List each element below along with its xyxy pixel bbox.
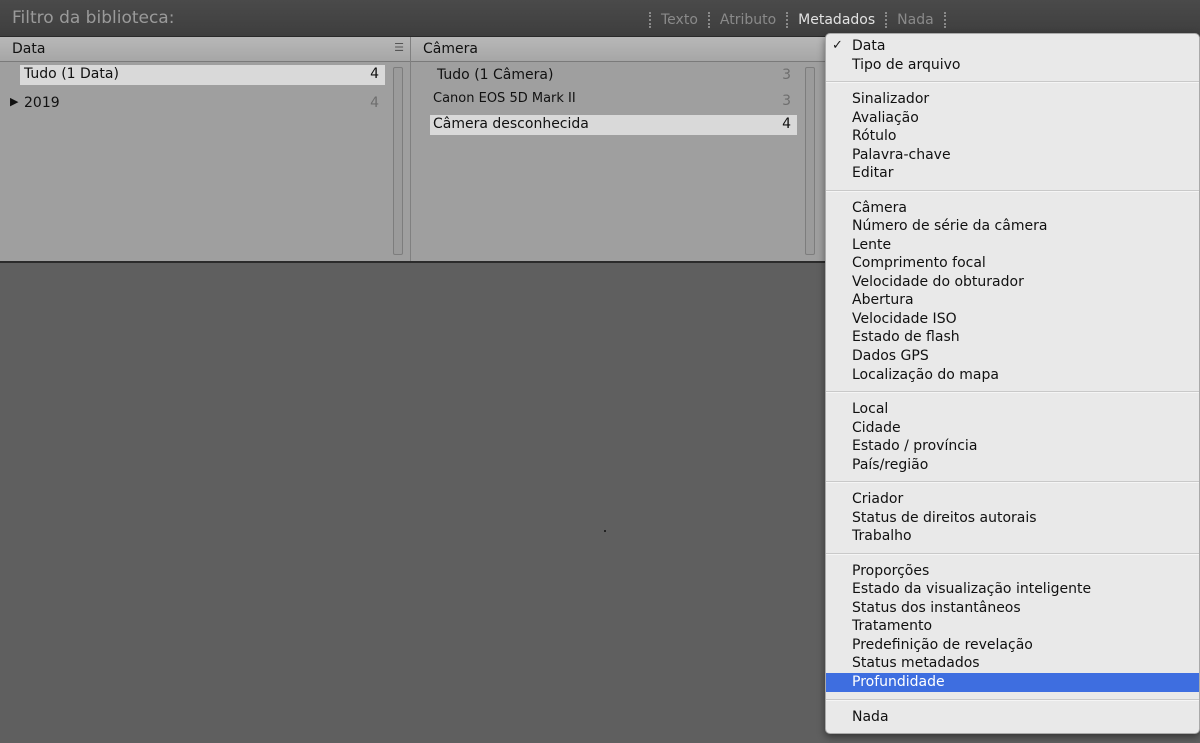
menu-item-editar[interactable]: Editar	[852, 164, 893, 182]
menu-item-status-metadados[interactable]: Status metadados	[852, 654, 980, 672]
list-item-label: 2019	[24, 95, 60, 111]
menu-item-velocidade-obturador[interactable]: Velocidade do obturador	[852, 273, 1024, 291]
tab-separator	[707, 12, 710, 28]
menu-separator	[826, 190, 1199, 192]
date-column-header[interactable]: Data ☰	[0, 37, 410, 62]
menu-item-numero-serie-camera[interactable]: Número de série da câmera	[852, 217, 1047, 235]
menu-item-palavra-chave[interactable]: Palavra-chave	[852, 146, 951, 164]
tab-separator	[649, 12, 651, 28]
tab-texto[interactable]: Texto	[654, 12, 705, 28]
list-item-count: 3	[782, 67, 791, 83]
menu-item-tipo-de-arquivo[interactable]: Tipo de arquivo	[852, 56, 960, 74]
menu-item-trabalho[interactable]: Trabalho	[852, 527, 912, 545]
list-item-count: 4	[370, 95, 379, 111]
tab-atributo[interactable]: Atributo	[713, 12, 783, 28]
camera-column-title: Câmera	[423, 41, 478, 57]
date-column: Data ☰ Tudo (1 Data) 4 ▶ 2019 4	[0, 37, 411, 261]
scrollbar[interactable]	[805, 67, 815, 255]
menu-item-estado-visualizacao-inteligente[interactable]: Estado da visualização inteligente	[852, 580, 1091, 598]
menu-separator	[826, 391, 1199, 393]
tab-separator	[786, 12, 789, 28]
filter-tabs: Texto Atributo Metadados Nada	[646, 11, 949, 29]
disclosure-triangle-icon[interactable]: ▶	[10, 95, 18, 108]
menu-item-camera[interactable]: Câmera	[852, 199, 907, 217]
menu-item-predefinicao-revelacao[interactable]: Predefinição de revelação	[852, 636, 1033, 654]
menu-item-data[interactable]: Data	[852, 37, 885, 55]
menu-item-tratamento[interactable]: Tratamento	[852, 617, 932, 635]
cursor-dot	[604, 530, 606, 532]
menu-item-localizacao-mapa[interactable]: Localização do mapa	[852, 366, 999, 384]
tab-nada[interactable]: Nada	[890, 12, 941, 28]
list-item-count: 4	[370, 66, 379, 82]
menu-item-nada[interactable]: Nada	[852, 708, 889, 726]
menu-item-cidade[interactable]: Cidade	[852, 419, 901, 437]
column-options-icon[interactable]: ☰	[394, 41, 404, 54]
list-item[interactable]: Tudo (1 Data) 4	[20, 65, 385, 85]
filter-title: Filtro da biblioteca:	[12, 8, 175, 28]
tab-separator	[885, 12, 888, 28]
tab-metadados[interactable]: Metadados	[791, 12, 882, 28]
list-item-label: Tudo (1 Câmera)	[437, 67, 554, 83]
list-item-count: 3	[782, 93, 791, 109]
menu-item-dados-gps[interactable]: Dados GPS	[852, 347, 929, 365]
list-item-count: 4	[782, 116, 791, 132]
menu-separator	[826, 553, 1199, 555]
menu-item-status-direitos-autorais[interactable]: Status de direitos autorais	[852, 509, 1037, 527]
menu-item-abertura[interactable]: Abertura	[852, 291, 914, 309]
menu-item-pais-regiao[interactable]: País/região	[852, 456, 928, 474]
list-item-label: Câmera desconhecida	[433, 116, 589, 132]
menu-item-estado-flash[interactable]: Estado de flash	[852, 328, 960, 346]
list-item[interactable]: Tudo (1 Câmera) 3	[431, 66, 797, 86]
library-filter-bar: Filtro da biblioteca: Texto Atributo Met…	[0, 0, 1200, 37]
menu-item-comprimento-focal[interactable]: Comprimento focal	[852, 254, 986, 272]
menu-item-velocidade-iso[interactable]: Velocidade ISO	[852, 310, 957, 328]
menu-separator	[826, 481, 1199, 483]
list-item-label: Tudo (1 Data)	[24, 66, 119, 82]
menu-item-local[interactable]: Local	[852, 400, 888, 418]
menu-item-sinalizador[interactable]: Sinalizador	[852, 90, 929, 108]
menu-item-profundidade-highlighted[interactable]: Profundidade	[826, 673, 1199, 692]
list-item-label: Canon EOS 5D Mark II	[433, 91, 576, 106]
menu-item-criador[interactable]: Criador	[852, 490, 903, 508]
list-item[interactable]: Canon EOS 5D Mark II 3	[431, 90, 797, 110]
list-item[interactable]: ▶ 2019 4	[10, 94, 385, 114]
menu-item-status-instantaneos[interactable]: Status dos instantâneos	[852, 599, 1021, 617]
checkmark-icon: ✓	[832, 38, 843, 53]
menu-separator	[826, 81, 1199, 83]
menu-item-profundidade: Profundidade	[852, 674, 945, 690]
menu-separator	[826, 699, 1199, 701]
menu-item-estado-provincia[interactable]: Estado / província	[852, 437, 977, 455]
menu-item-lente[interactable]: Lente	[852, 236, 891, 254]
menu-item-rotulo[interactable]: Rótulo	[852, 127, 896, 145]
tab-separator	[943, 12, 946, 28]
column-type-menu: ✓ Data Tipo de arquivo Sinalizador Avali…	[825, 33, 1200, 734]
scrollbar[interactable]	[393, 67, 403, 255]
list-item[interactable]: Câmera desconhecida 4	[430, 115, 797, 135]
menu-item-avaliacao[interactable]: Avaliação	[852, 109, 919, 127]
menu-item-proporcoes[interactable]: Proporções	[852, 562, 929, 580]
date-column-title: Data	[12, 41, 46, 57]
